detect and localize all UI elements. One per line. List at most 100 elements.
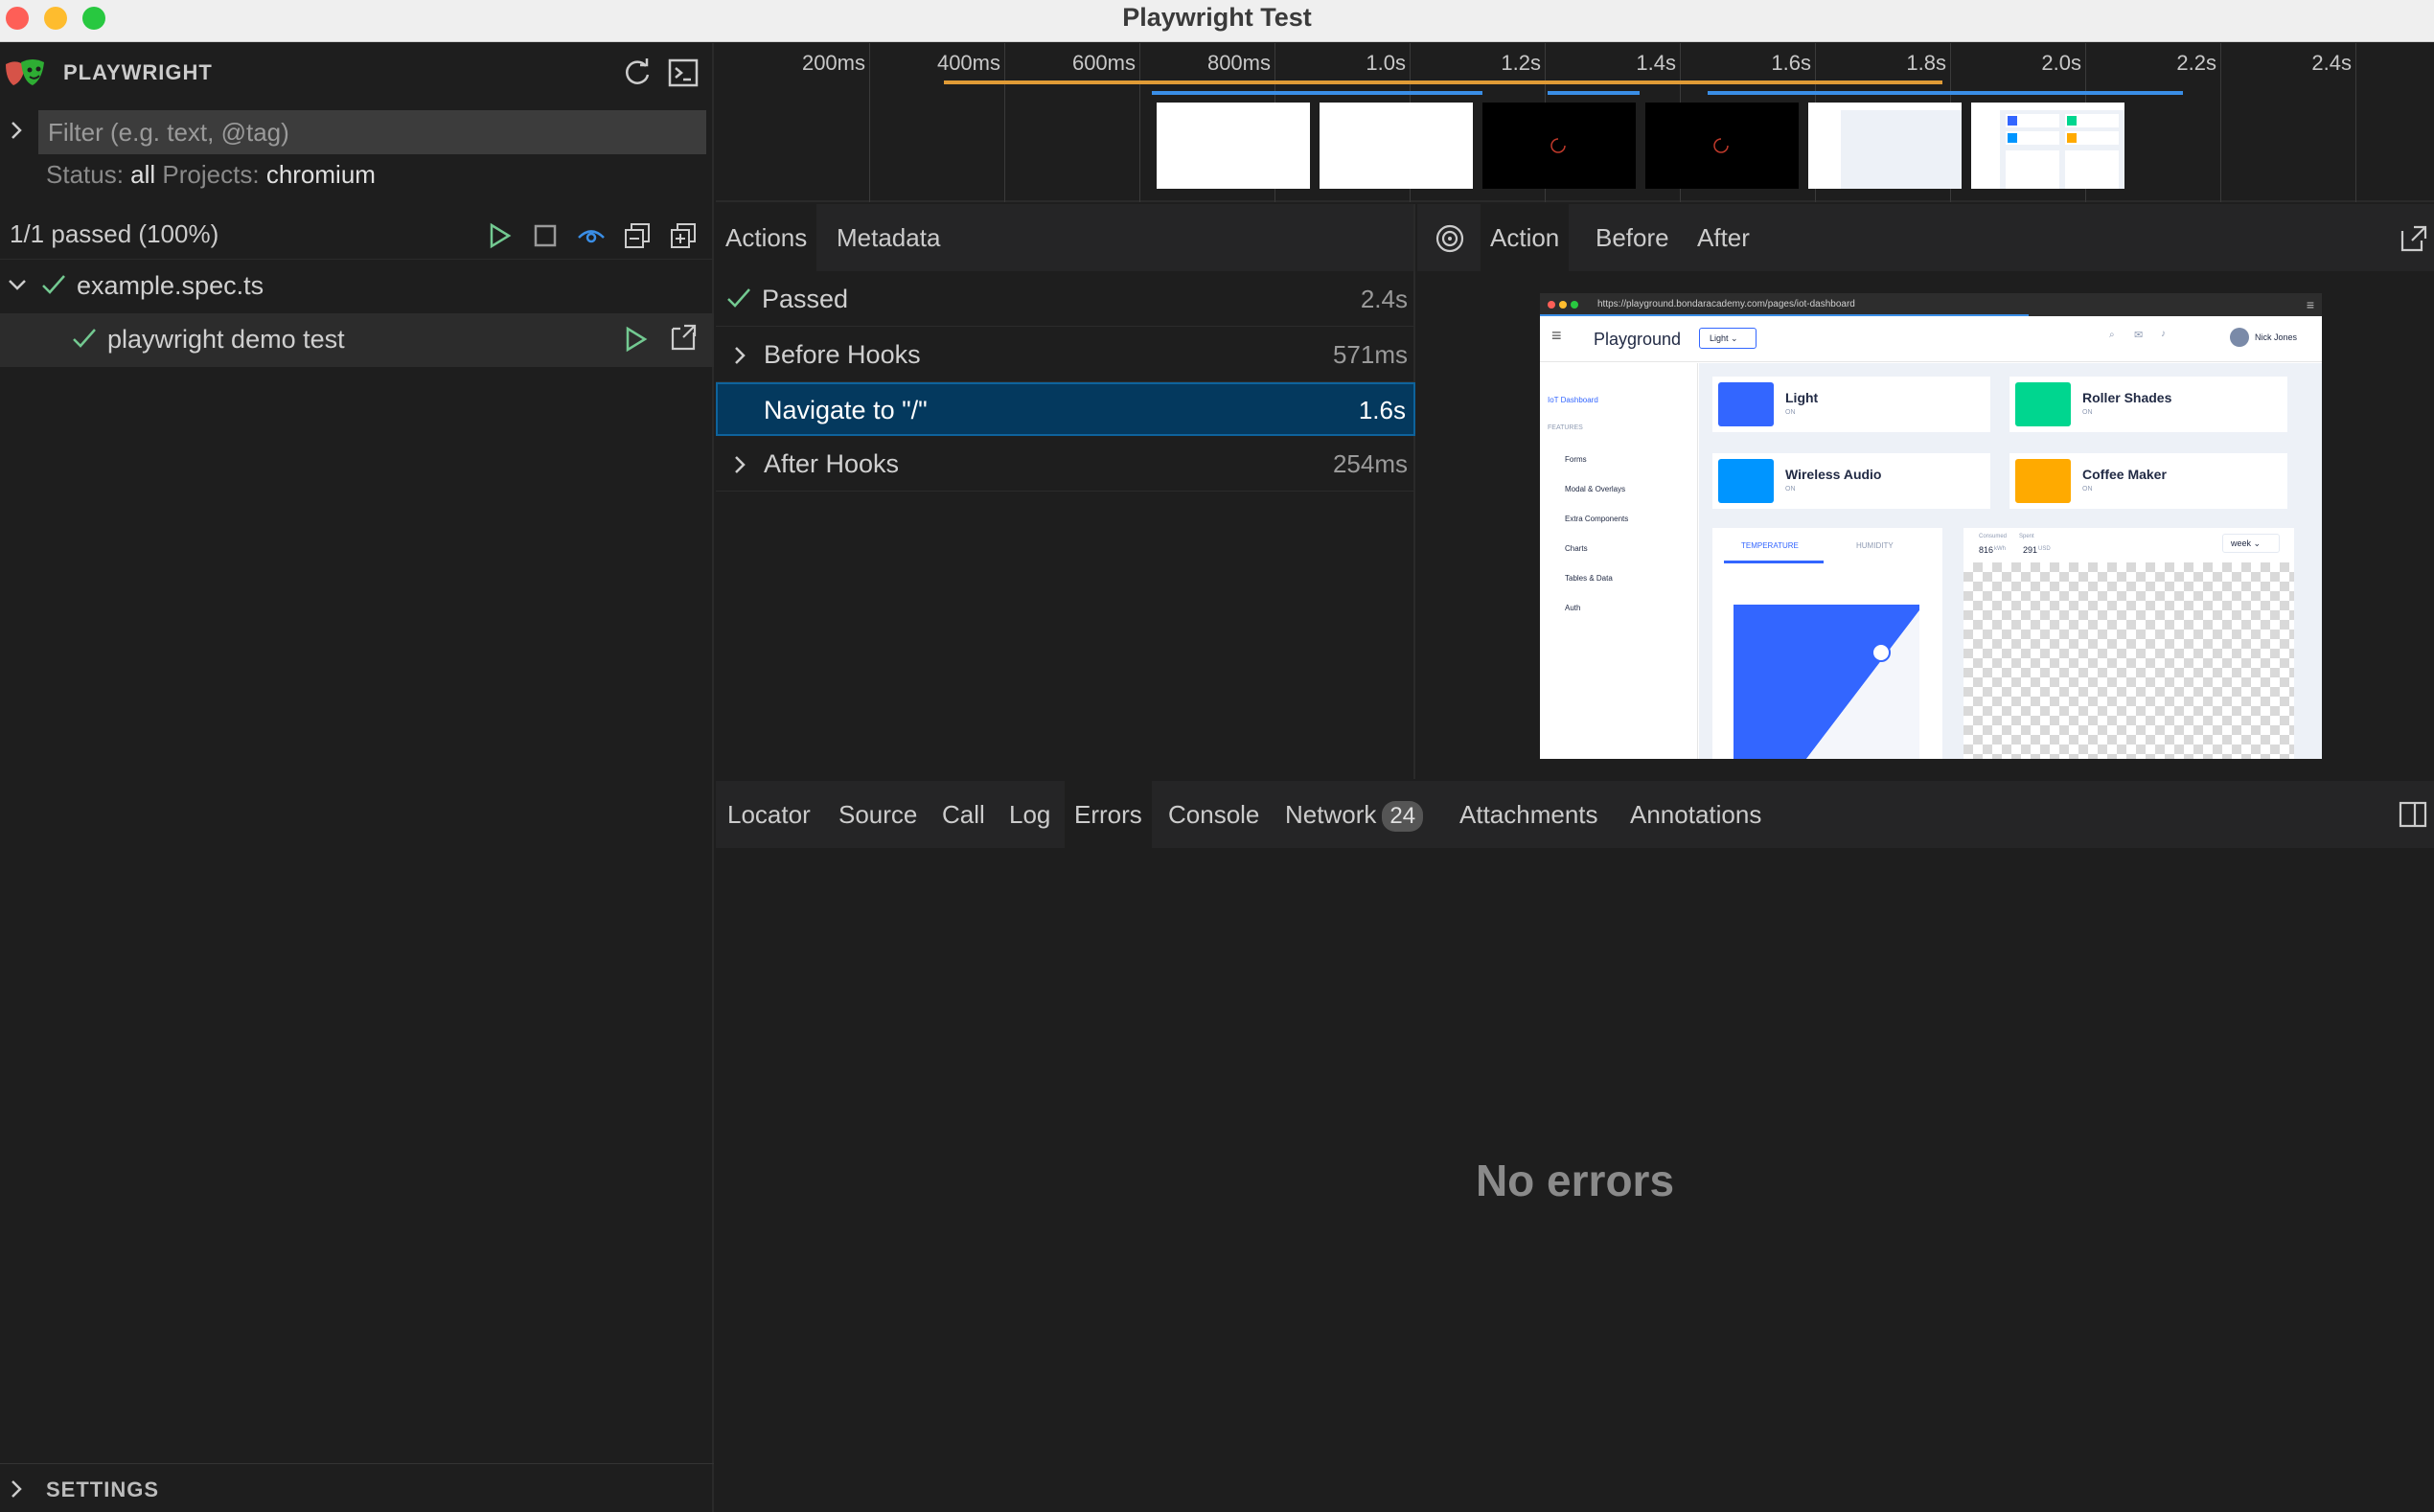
spinner-icon	[1713, 138, 1729, 153]
consumed-label: Consumed	[1979, 534, 2008, 539]
tree-item-spec-file[interactable]: example.spec.ts	[0, 260, 714, 313]
device-card-state: ON	[2082, 486, 2093, 493]
spent-unit: USD	[2038, 546, 2051, 552]
open-source-icon[interactable]	[669, 323, 698, 352]
snapshot-url: https://playground.bondaracademy.com/pag…	[1597, 299, 1855, 309]
tree-item-test[interactable]: playwright demo test	[0, 313, 714, 367]
spinner-icon	[1550, 138, 1566, 153]
timeline-tick-line	[1004, 43, 1005, 202]
timeline-tick-label: 1.8s	[1906, 51, 1946, 75]
snapshot-tabbar: Action Before After	[1417, 204, 2434, 271]
coffee-icon	[2015, 459, 2071, 503]
window-title: Playwright Test	[1122, 3, 1312, 32]
filmstrip-frame[interactable]	[1482, 103, 1636, 189]
status-value[interactable]: all	[130, 160, 155, 189]
tab-log[interactable]: Log	[1009, 781, 1050, 848]
chevron-right-icon[interactable]	[729, 344, 750, 367]
timeline-bar-network	[1152, 91, 1482, 95]
timeline-tick-label: 1.6s	[1771, 51, 1811, 75]
side-menu-item: Forms	[1565, 455, 1587, 464]
chevron-right-icon[interactable]	[6, 1478, 27, 1501]
tab-annotations[interactable]: Annotations	[1630, 781, 1761, 848]
tree-item-label: example.spec.ts	[77, 271, 264, 300]
timeline-tick-label: 2.4s	[2311, 51, 2352, 75]
tab-actions[interactable]: Actions	[716, 204, 817, 271]
tab-source[interactable]: Source	[838, 781, 917, 848]
chevron-right-icon[interactable]	[729, 453, 750, 476]
reload-icon[interactable]	[621, 57, 654, 89]
toggle-layout-icon[interactable]	[2399, 800, 2427, 829]
filmstrip-frame[interactable]	[1320, 103, 1473, 189]
timeline[interactable]: 200ms 400ms 600ms 800ms 1.0s 1.2s 1.4s 1.6s 1.8s…	[716, 43, 2434, 202]
filmstrip-frame[interactable]	[1157, 103, 1310, 189]
avatar	[2230, 328, 2249, 347]
pick-locator-icon[interactable]	[1435, 223, 1465, 254]
run-test-icon[interactable]	[621, 325, 650, 354]
tab-after[interactable]: After	[1688, 204, 1759, 271]
app-title: Playground	[1594, 330, 1682, 349]
tab-console[interactable]: Console	[1168, 781, 1259, 848]
expand-all-icon[interactable]	[669, 221, 698, 250]
filmstrip-frame[interactable]	[1808, 103, 1962, 189]
tab-errors[interactable]: Errors	[1065, 781, 1152, 848]
actions-tabbar: Actions Metadata	[716, 204, 1413, 271]
status-label: Status:	[46, 160, 124, 189]
timeline-tick-line	[1139, 43, 1140, 202]
sidebar-header: PLAYWRIGHT	[0, 43, 714, 103]
chevron-down-icon[interactable]	[6, 275, 29, 296]
run-all-icon[interactable]	[485, 221, 514, 250]
timeline-bar-network	[1548, 91, 1640, 95]
side-menu-item: Tables & Data	[1565, 574, 1613, 583]
device-card-title: Roller Shades	[2082, 390, 2172, 405]
details-panel: Locator Source Call Log Errors Console N…	[716, 781, 2434, 1512]
open-external-icon[interactable]	[2399, 223, 2429, 254]
stop-icon[interactable]	[531, 221, 560, 250]
tab-call[interactable]: Call	[942, 781, 985, 848]
settings-section[interactable]: SETTINGS	[0, 1463, 714, 1512]
tab-network[interactable]: Network 24	[1285, 781, 1424, 848]
watch-icon[interactable]	[577, 221, 606, 250]
tab-humidity: HUMIDITY	[1856, 541, 1894, 550]
device-card-light: Light ON	[1712, 377, 1990, 432]
settings-label: SETTINGS	[46, 1478, 160, 1501]
action-duration: 2.4s	[1360, 285, 1408, 313]
tab-metadata[interactable]: Metadata	[827, 204, 950, 271]
timeline-tick-label: 2.0s	[2041, 51, 2081, 75]
filter-input[interactable]	[38, 110, 706, 154]
chevron-right-icon[interactable]	[6, 118, 27, 143]
device-card-state: ON	[1785, 486, 1796, 493]
tab-action[interactable]: Action	[1481, 204, 1570, 271]
tab-attachments[interactable]: Attachments	[1459, 781, 1598, 848]
shades-icon	[2015, 382, 2071, 426]
details-tabbar: Locator Source Call Log Errors Console N…	[716, 781, 2434, 848]
snapshot-frame[interactable]: https://playground.bondaracademy.com/pag…	[1540, 293, 2322, 759]
terminal-icon[interactable]	[667, 57, 700, 89]
tab-before[interactable]: Before	[1586, 204, 1679, 271]
device-card-coffee-maker: Coffee Maker ON	[2009, 453, 2287, 509]
bulb-icon	[1718, 382, 1774, 426]
action-row-after-hooks[interactable]: After Hooks 254ms	[716, 438, 1415, 492]
filter-row	[0, 106, 714, 154]
theme-select: Light ⌄	[1699, 328, 1757, 349]
passed-check-icon	[42, 275, 65, 294]
projects-value[interactable]: chromium	[266, 160, 376, 189]
timeline-tick-label: 1.2s	[1501, 51, 1541, 75]
action-row-navigate[interactable]: Navigate to "/" 1.6s	[716, 382, 1415, 436]
collapse-all-icon[interactable]	[623, 221, 652, 250]
empty-state-message: No errors	[1475, 1156, 1675, 1205]
timeline-tick-label: 200ms	[801, 51, 865, 75]
filmstrip-frame[interactable]	[1645, 103, 1799, 189]
action-row-passed[interactable]: Passed 2.4s	[716, 273, 1415, 327]
tab-locator[interactable]: Locator	[727, 781, 811, 848]
device-card-title: Wireless Audio	[1785, 467, 1882, 482]
electricity-card: Consumed Spent 816 kWh 291 USD week ⌄	[1963, 528, 2294, 759]
device-card-state: ON	[2082, 409, 2093, 416]
side-menu-item: Modal & Overlays	[1565, 485, 1626, 493]
network-count-badge: 24	[1382, 801, 1424, 832]
temperature-dial	[1734, 605, 1919, 759]
filmstrip-frame[interactable]	[1971, 103, 2124, 189]
device-card-title: Coffee Maker	[2082, 467, 2167, 482]
status-filter[interactable]: Status: all Projects: chromium	[46, 160, 376, 190]
action-row-before-hooks[interactable]: Before Hooks 571ms	[716, 329, 1415, 382]
timeline-tick-label: 2.2s	[2176, 51, 2216, 75]
